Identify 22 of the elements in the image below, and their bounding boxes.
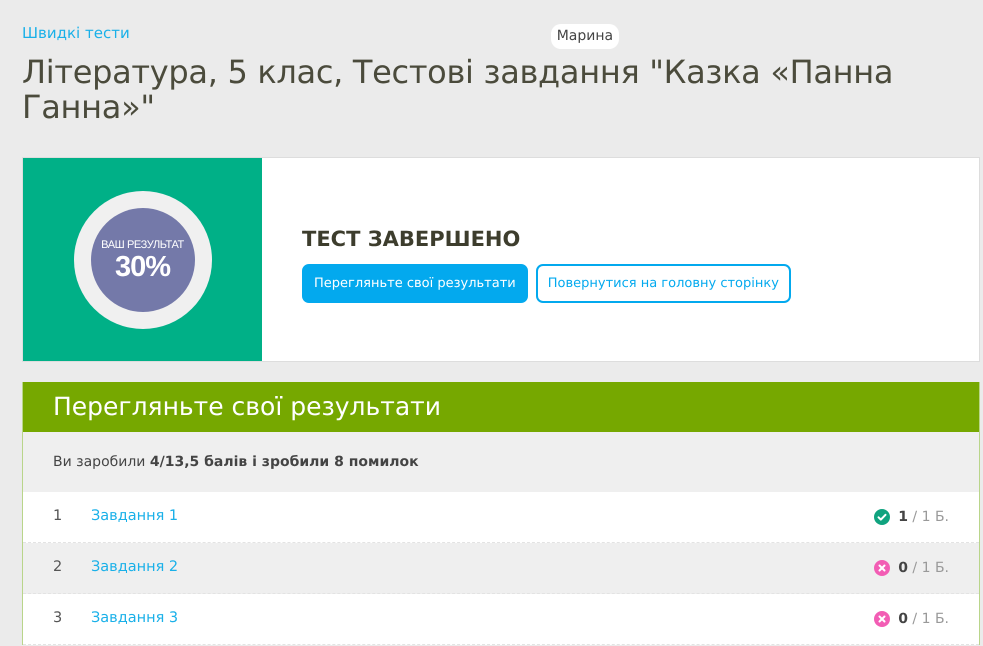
breadcrumb-link[interactable]: Швидкі тести — [22, 22, 130, 45]
task-number: 2 — [53, 558, 64, 578]
user-name[interactable]: Марина — [550, 24, 620, 49]
view-results-button[interactable]: Перегляньте свої результати — [302, 264, 528, 303]
task-number: 3 — [53, 609, 64, 628]
page-title: Література, 5 клас, Тестові завдання "Казка «Панна Ганна»" — [22, 55, 894, 125]
task-number: 1 — [53, 507, 64, 526]
home-button[interactable]: Повернутися на головну сторінку — [536, 264, 791, 303]
task-score: 1 / 1 Б. — [898, 508, 949, 526]
close-icon — [874, 560, 890, 576]
task-score: 0 / 1 Б. — [898, 610, 949, 628]
status-heading: ТЕСТ ЗАВЕРШЕНО — [302, 226, 522, 253]
results-header: Перегляньте свої результати — [23, 382, 979, 432]
score-summary: Ви заробили 4/13,5 балів і зробили 8 помилок — [53, 452, 419, 472]
check-icon — [874, 509, 890, 525]
score-percent: 30% — [114, 253, 170, 282]
score-label: ВАШ РЕЗУЛЬТАТ — [101, 238, 184, 253]
task-link[interactable]: Завдання 1 — [91, 506, 178, 528]
task-link[interactable]: Завдання 2 — [91, 557, 178, 579]
close-icon — [874, 611, 890, 627]
task-link[interactable]: Завдання 3 — [91, 608, 178, 630]
task-score: 0 / 1 Б. — [898, 558, 949, 578]
